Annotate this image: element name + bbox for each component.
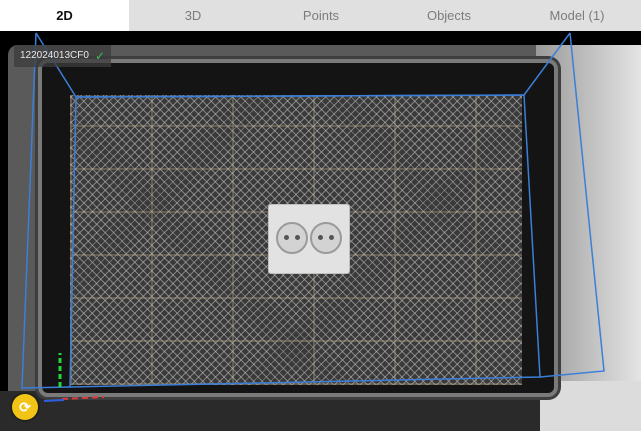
workspace-inner-rect <box>69 94 541 388</box>
workspace-box <box>21 32 605 389</box>
camera-viewport[interactable]: 122024013CF0 ✓ ⟳ <box>0 31 641 431</box>
tab-3d[interactable]: 3D <box>129 0 257 31</box>
camera-switch-icon: ⟳ <box>19 398 31 415</box>
camera-id-badge: 122024013CF0 ✓ <box>14 45 112 67</box>
tab-2d[interactable]: 2D <box>0 0 129 31</box>
axis-gizmo <box>43 353 105 402</box>
view-tabs: 2D 3D Points Objects Model (1) <box>0 0 641 31</box>
axis-x-line <box>61 396 105 400</box>
workspace-overlay <box>21 32 605 402</box>
check-icon: ✓ <box>94 49 106 63</box>
tab-model[interactable]: Model (1) <box>513 0 641 31</box>
workspace-top-edge <box>35 32 571 98</box>
camera-switch-button[interactable]: ⟳ <box>12 394 38 420</box>
tab-points[interactable]: Points <box>257 0 385 31</box>
workspace-left-edge <box>21 32 71 389</box>
workspace-right-edge <box>539 32 605 378</box>
camera-id-text: 122024013CF0 <box>20 50 89 61</box>
tab-objects[interactable]: Objects <box>385 0 513 31</box>
axis-z-line <box>43 399 65 402</box>
